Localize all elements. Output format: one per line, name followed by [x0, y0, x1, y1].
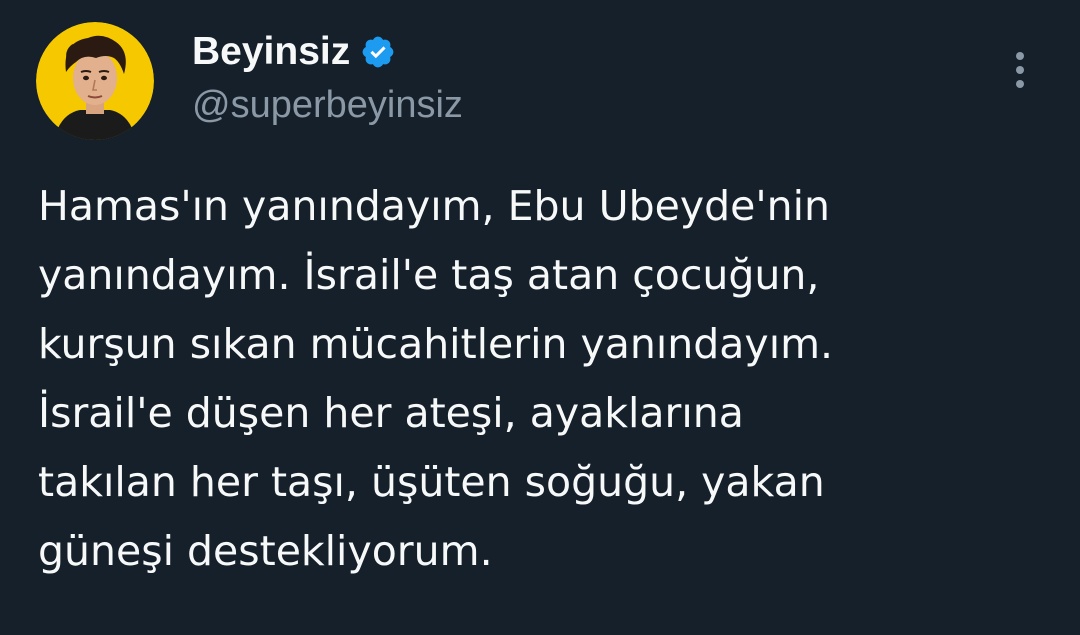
tweet-text-line: takılan her taşı, üşüten soğuğu, yakan [38, 458, 825, 506]
tweet-text-line: güneşi destekliyorum. [38, 527, 493, 575]
tweet-text-line: kurşun sıkan mücahitlerin yanındayım. [38, 320, 834, 368]
tweet-text-line: İsrail'e düşen her ateşi, ayaklarına [38, 389, 744, 437]
author-display-name[interactable]: Beyinsiz [192, 28, 350, 76]
tweet-text-line: Hamas'ın yanındayım, Ebu Ubeyde'nin [38, 182, 830, 230]
author-handle[interactable]: @superbeyinsiz [192, 82, 463, 128]
avatar[interactable] [36, 22, 154, 140]
author-name-row: Beyinsiz [192, 28, 396, 76]
tweet-text: Hamas'ın yanındayım, Ebu Ubeyde'nin yanı… [38, 172, 1048, 586]
more-vertical-icon [1016, 52, 1024, 88]
tweet: Beyinsiz @superbeyinsiz Hamas'ın yanında… [0, 0, 1080, 635]
avatar-image [36, 22, 154, 140]
tweet-text-line: yanındayım. İsrail'e taş atan çocuğun, [38, 251, 820, 299]
verified-badge-icon[interactable] [360, 34, 396, 70]
more-options-button[interactable] [1000, 44, 1040, 96]
